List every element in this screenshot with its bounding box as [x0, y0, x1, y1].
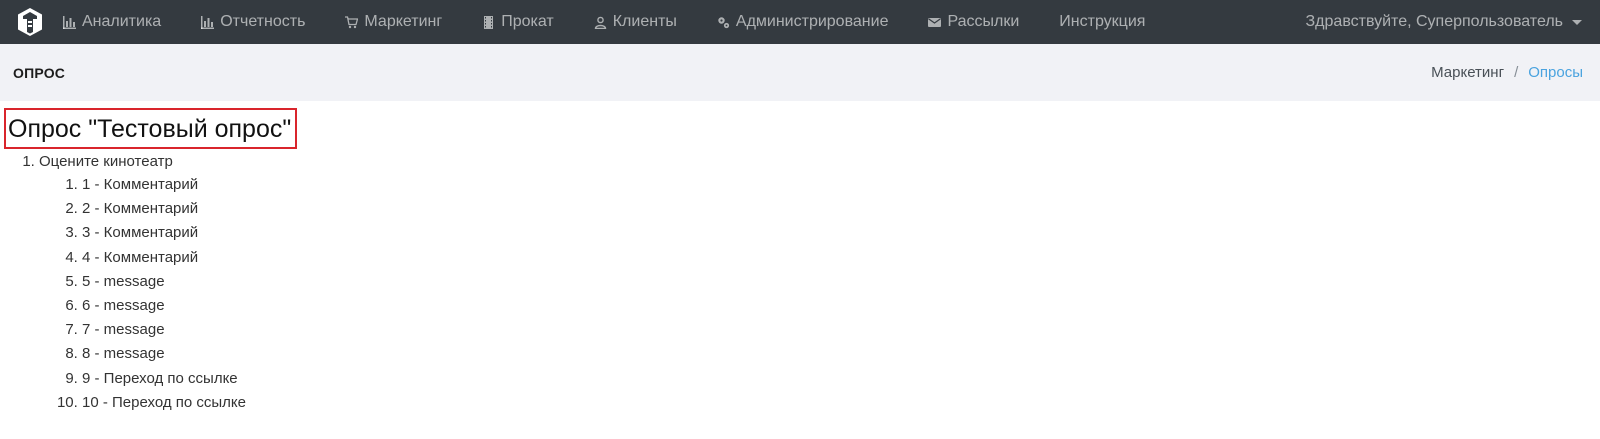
nav-item-label: Клиенты [612, 13, 677, 30]
top-navbar: Аналитика Отчетность Маркетинг Прокат Кл… [0, 0, 1600, 44]
page-header: ОПРОС Маркетинг / Опросы [0, 44, 1600, 101]
envelope-icon [928, 17, 942, 27]
nav-item-rental[interactable]: Прокат [482, 13, 554, 31]
logo-icon[interactable] [17, 7, 45, 37]
bar-chart-icon [63, 15, 76, 29]
nav-item-marketing[interactable]: Маркетинг [345, 13, 442, 31]
answer-item: 2 - Комментарий [82, 197, 1600, 221]
gears-icon [718, 16, 729, 28]
nav-item-label: Отчетность [220, 13, 306, 30]
nav-item-analytics[interactable]: Аналитика [63, 13, 161, 31]
answer-item: 1 - Комментарий [82, 173, 1600, 197]
breadcrumb-item-marketing[interactable]: Маркетинг [1431, 64, 1504, 81]
breadcrumb-item-surveys[interactable]: Опросы [1528, 64, 1583, 81]
nav-item-instructions[interactable]: Инструкция [1059, 13, 1145, 31]
nav-item-label: Рассылки [947, 13, 1020, 30]
film-icon [484, 15, 494, 29]
answer-list: 1 - Комментарий 2 - Комментарий 3 - Комм… [39, 173, 1600, 415]
question-item: Оцените кинотеатр 1 - Комментарий 2 - Ко… [39, 151, 1600, 415]
nav-item-label: Инструкция [1059, 13, 1146, 30]
question-list: Оцените кинотеатр 1 - Комментарий 2 - Ко… [4, 151, 1600, 415]
answer-item: 4 - Комментарий [82, 246, 1600, 270]
answer-item: 6 - message [82, 294, 1600, 318]
nav-item-clients[interactable]: Клиенты [594, 13, 677, 31]
nav-item-mailings[interactable]: Рассылки [928, 13, 1019, 31]
survey-title: Опрос "Тестовый опрос" [4, 108, 298, 149]
nav-item-reports[interactable]: Отчетность [201, 13, 305, 31]
answer-item: 8 - message [82, 342, 1600, 366]
nav-item-administration[interactable]: Администрирование [717, 13, 889, 31]
bar-chart-icon [201, 15, 215, 29]
answer-item: 7 - message [82, 318, 1600, 342]
answer-item: 5 - message [82, 270, 1600, 294]
nav-item-label: Администрирование [735, 13, 889, 30]
nav-item-label: Маркетинг [364, 13, 443, 30]
answer-item: 10 - Переход по ссылке [82, 391, 1600, 415]
question-text: Оцените кинотеатр [39, 153, 173, 170]
answer-item: 3 - Комментарий [82, 221, 1600, 245]
breadcrumb-separator: / [1514, 64, 1519, 81]
nav-item-label: Аналитика [82, 13, 162, 30]
user-icon [594, 16, 606, 29]
user-menu-dropdown[interactable]: Здравствуйте, Суперпользователь [1306, 13, 1582, 31]
nav-item-label: Прокат [501, 13, 554, 30]
answer-item: 9 - Переход по ссылке [82, 367, 1600, 391]
nav-menu: Аналитика Отчетность Маркетинг Прокат Кл… [63, 13, 1306, 31]
cart-icon [345, 15, 359, 28]
breadcrumb: Маркетинг / Опросы [1431, 64, 1583, 81]
user-greeting: Здравствуйте, Суперпользователь [1305, 13, 1563, 30]
caret-down-icon [1572, 19, 1582, 25]
page-title: ОПРОС [13, 64, 66, 81]
main-content: Опрос "Тестовый опрос" Оцените кинотеатр… [0, 101, 1600, 415]
